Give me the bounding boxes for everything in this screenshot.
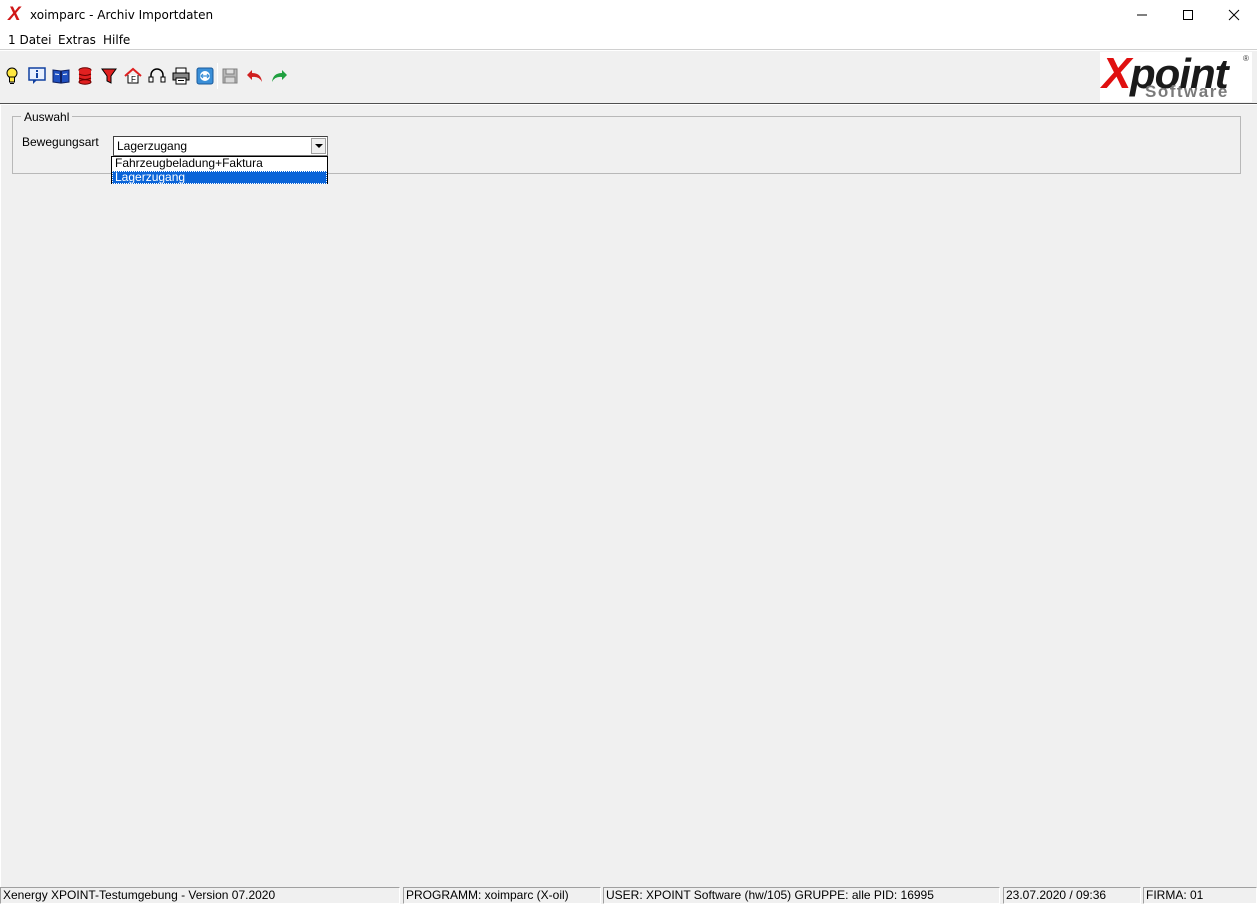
status-firma: FIRMA: 01 [1143,887,1257,904]
home-icon: F [124,67,142,84]
logo-x: X [1102,49,1131,98]
dropdown-option-selected[interactable]: Lagerzugang [112,171,327,184]
toolbar-separator [217,63,218,89]
help-book-button[interactable] [51,66,71,86]
tip-button[interactable] [2,66,22,86]
headset-icon [148,68,166,83]
chevron-down-icon [314,143,323,148]
title-bar: X xoimparc - Archiv Importdaten [0,0,1257,30]
bewegungsart-combobox[interactable]: Lagerzugang [113,136,328,156]
status-environment: Xenergy XPOINT-Testumgebung - Version 07… [0,887,400,904]
minimize-button[interactable] [1119,0,1165,30]
status-datetime: 23.07.2020 / 09:36 [1003,887,1141,904]
maximize-button[interactable] [1165,0,1211,30]
redo-button[interactable] [269,66,289,86]
app-x-icon: X [8,4,21,25]
info-icon [28,67,46,84]
bewegungsart-dropdown-list: Fahrzeugbeladung+Faktura Lagerzugang [111,156,328,184]
support-button[interactable] [147,66,167,86]
remote-button[interactable] [195,66,215,86]
print-button[interactable] [171,66,191,86]
xpoint-logo: X point Software ® [1100,52,1252,102]
dropdown-option[interactable]: Fahrzeugbeladung+Faktura [112,157,327,170]
info-button[interactable] [27,66,47,86]
bewegungsart-label: Bewegungsart [22,135,99,149]
maximize-icon [1183,10,1193,20]
main-area: Auswahl Bewegungsart Lagerzugang [0,105,1257,887]
status-user: USER: XPOINT Software (hw/105) GRUPPE: a… [603,887,1000,904]
menu-hilfe[interactable]: Hilfe [103,33,130,47]
combobox-dropdown-button[interactable] [311,138,326,154]
save-button[interactable] [220,66,240,86]
status-bar: Xenergy XPOINT-Testumgebung - Version 07… [0,887,1257,904]
toolbar: F X point Software ® [0,51,1257,104]
save-icon [222,68,238,84]
logo-registered: ® [1243,54,1249,63]
menu-extras[interactable]: Extras [58,33,96,47]
close-button[interactable] [1211,0,1257,30]
combobox-value: Lagerzugang [117,139,188,153]
database-icon [78,67,92,85]
status-program: PROGRAMM: xoimparc (X-oil) [403,887,601,904]
home-button[interactable]: F [123,66,143,86]
filter-icon [101,68,117,84]
database-button[interactable] [75,66,95,86]
remote-icon [196,67,214,85]
undo-button[interactable] [245,66,265,86]
menu-datei[interactable]: 1 Datei [8,33,51,47]
book-icon [52,69,70,84]
svg-text:F: F [131,75,136,84]
printer-icon [172,67,190,85]
window-title: xoimparc - Archiv Importdaten [30,8,214,22]
redo-icon [272,70,287,82]
logo-software: Software [1145,82,1229,101]
minimize-icon [1137,14,1147,16]
lightbulb-icon [6,67,18,84]
close-icon [1228,9,1240,21]
group-title: Auswahl [21,110,73,124]
undo-icon [247,70,262,82]
menu-bar: 1 Datei Extras Hilfe [0,30,1257,50]
filter-button[interactable] [99,66,119,86]
